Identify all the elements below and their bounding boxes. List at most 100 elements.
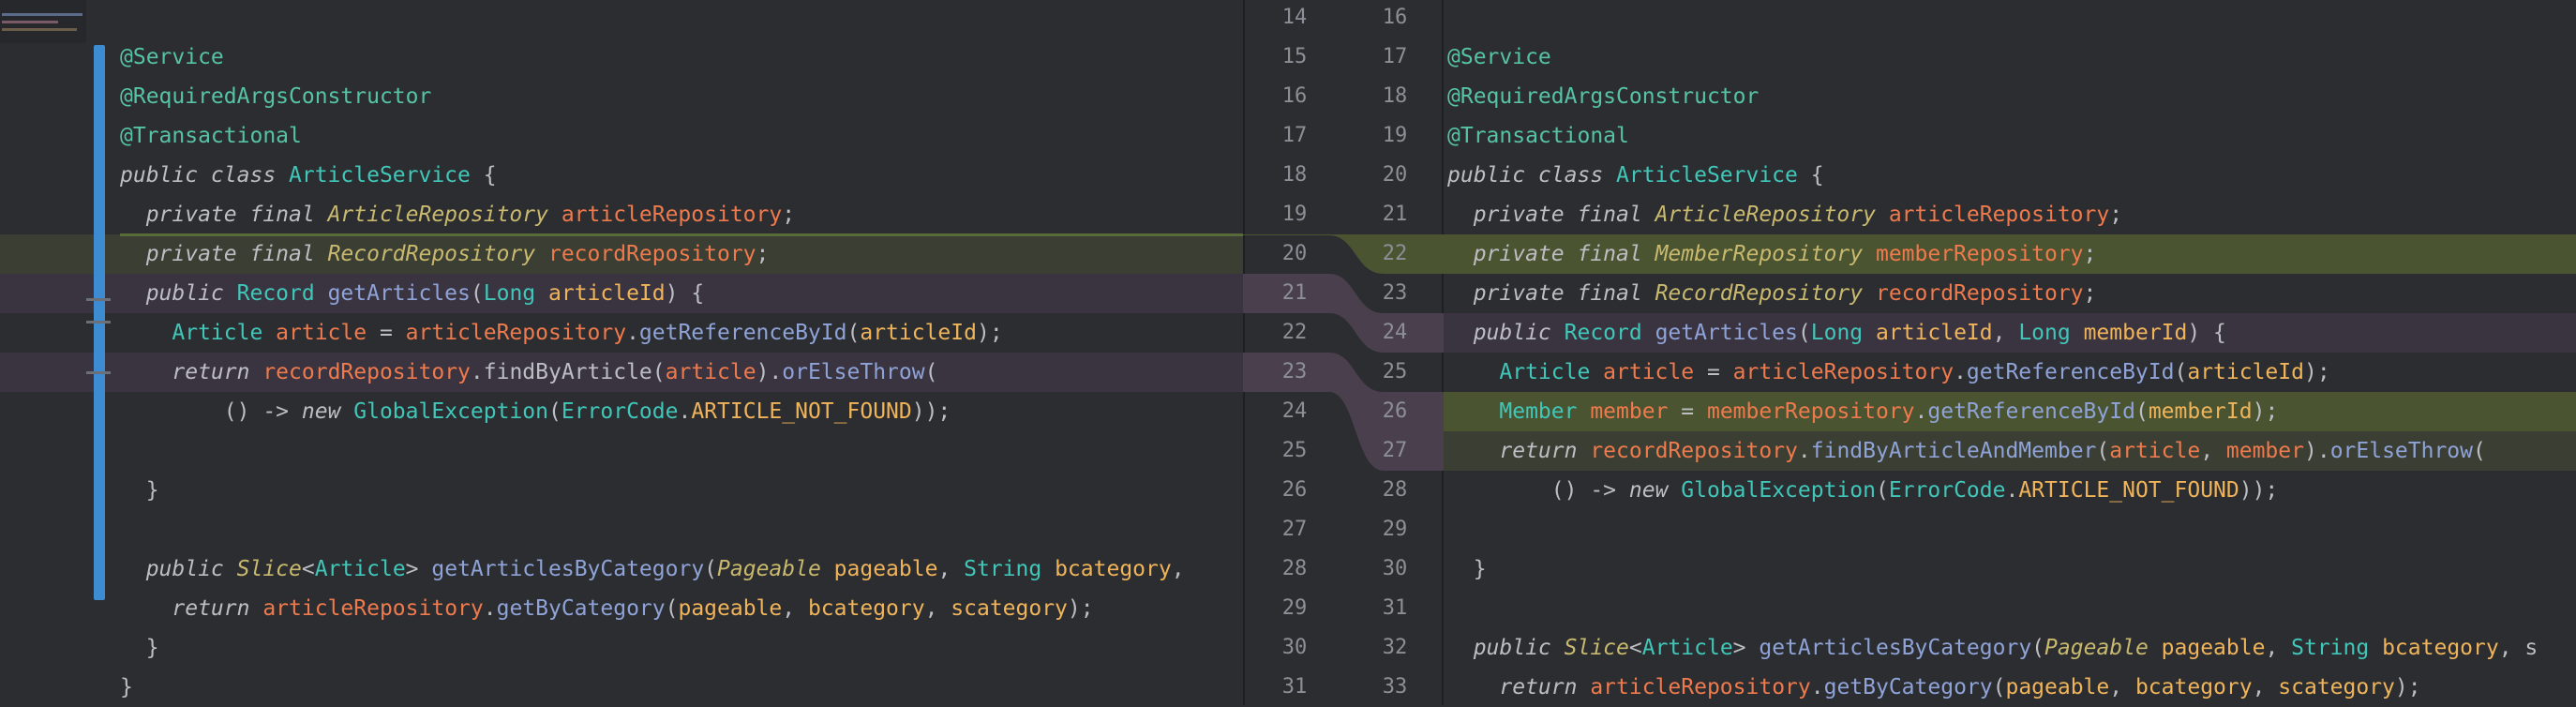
- code-line[interactable]: () -> new GlobalException(ErrorCode.ARTI…: [1444, 471, 2576, 510]
- code-line[interactable]: return recordRepository.findByArticleAnd…: [1444, 431, 2576, 471]
- code-line[interactable]: private final ArticleRepository articleR…: [1444, 195, 2576, 234]
- code-token: .: [2005, 478, 2019, 503]
- code-line[interactable]: }: [1444, 549, 2576, 589]
- line-number-left: 26: [1281, 478, 1308, 502]
- code-token: (: [2031, 636, 2045, 660]
- code-line[interactable]: Member member = memberRepository.getRefe…: [1444, 392, 2576, 431]
- code-line[interactable]: public Slice<Article> getArticlesByCateg…: [0, 549, 1243, 589]
- code-token: >: [405, 557, 432, 581]
- code-line[interactable]: [0, 510, 1243, 549]
- code-line[interactable]: @Transactional: [0, 116, 1243, 156]
- code-line[interactable]: @RequiredArgsConstructor: [1444, 77, 2576, 116]
- code-token: @RequiredArgsConstructor: [120, 84, 432, 109]
- code-token: private final: [1447, 242, 1655, 266]
- code-token: (: [470, 281, 484, 306]
- code-line[interactable]: public Slice<Article> getArticlesByCateg…: [1444, 628, 2576, 668]
- line-number-left: 22: [1281, 321, 1308, 344]
- code-line[interactable]: [1444, 589, 2576, 628]
- code-line[interactable]: public Record getArticles(Long articleId…: [1444, 313, 2576, 353]
- code-line[interactable]: private final MemberRepository memberRep…: [1444, 234, 2576, 274]
- code-token: .: [1954, 360, 1967, 384]
- code-token: articleRepository: [561, 203, 783, 227]
- code-token: ErrorCode: [561, 399, 679, 424]
- code-line[interactable]: @Transactional: [1444, 116, 2576, 156]
- line-number-right: 23: [1382, 281, 1408, 305]
- code-token: public: [120, 557, 237, 581]
- code-token: (: [924, 360, 938, 384]
- code-token: articleRepository: [1590, 675, 1811, 699]
- code-token: ARTICLE_NOT_FOUND: [691, 399, 912, 424]
- minimap[interactable]: [0, 0, 86, 43]
- code-token: ).: [2303, 439, 2330, 463]
- code-token: .: [1810, 675, 1824, 699]
- code-token: public: [1447, 321, 1565, 345]
- code-token: .: [678, 399, 692, 424]
- line-number-left: 31: [1281, 675, 1308, 699]
- code-token: public: [120, 281, 237, 306]
- code-line[interactable]: }: [0, 471, 1243, 510]
- code-line[interactable]: return articleRepository.getByCategory(p…: [1444, 668, 2576, 705]
- code-token: ,: [924, 596, 951, 621]
- code-token: (: [846, 321, 861, 345]
- line-number-right: 29: [1382, 518, 1408, 541]
- code-token: .: [1914, 399, 1928, 424]
- code-token: ;: [756, 242, 770, 266]
- code-line[interactable]: Article article = articleRepository.getR…: [0, 313, 1243, 353]
- code-token: @RequiredArgsConstructor: [1447, 84, 1760, 109]
- code-token: Article: [1499, 360, 1604, 384]
- code-token: }: [120, 478, 159, 503]
- code-token: (: [704, 557, 718, 581]
- code-token: @Service: [120, 45, 224, 69]
- code-token: ));: [2239, 478, 2279, 503]
- code-line[interactable]: [0, 431, 1243, 471]
- code-line[interactable]: [1444, 0, 2576, 38]
- code-line[interactable]: Article article = articleRepository.getR…: [1444, 353, 2576, 392]
- code-line[interactable]: () -> new GlobalException(ErrorCode.ARTI…: [0, 392, 1243, 431]
- code-token: ) {: [2187, 321, 2226, 345]
- code-token: private final: [1447, 281, 1655, 306]
- insertion-marker-line: [120, 233, 1243, 236]
- code-token: public class: [1447, 163, 1617, 188]
- code-token: findByArticleAndMember: [1810, 439, 2097, 463]
- code-token: ,: [2252, 675, 2279, 699]
- line-number-left: 23: [1281, 360, 1308, 384]
- code-token: pageable: [2005, 675, 2110, 699]
- line-number-left: 24: [1281, 399, 1308, 423]
- code-token: return: [1447, 675, 1591, 699]
- code-line[interactable]: public class ArticleService {: [0, 156, 1243, 195]
- line-number-right: 18: [1382, 84, 1408, 108]
- code-line[interactable]: }: [0, 628, 1243, 668]
- code-line[interactable]: @Service: [0, 38, 1243, 77]
- code-token: (: [2473, 439, 2486, 463]
- code-token: getByCategory: [496, 596, 666, 621]
- right-editor-pane[interactable]: @Service @RequiredArgsConstructor @Transac…: [1444, 0, 2576, 705]
- code-line[interactable]: private final RecordRepository recordRep…: [1444, 274, 2576, 313]
- code-line[interactable]: public class ArticleService {: [1444, 156, 2576, 195]
- code-line[interactable]: @RequiredArgsConstructor: [0, 77, 1243, 116]
- code-token: return: [120, 596, 263, 621]
- line-number-left: 18: [1281, 163, 1308, 187]
- code-token: }: [120, 675, 133, 699]
- code-line[interactable]: private final RecordRepository recordRep…: [0, 234, 1243, 274]
- code-token: Article: [314, 557, 406, 581]
- code-token: articleRepository: [1888, 203, 2110, 227]
- code-line[interactable]: public Record getArticles(Long articleId…: [0, 274, 1243, 313]
- code-line[interactable]: return articleRepository.getByCategory(p…: [0, 589, 1243, 628]
- code-token: String: [2291, 636, 2383, 660]
- code-line[interactable]: [1444, 510, 2576, 549]
- code-token: {: [1797, 163, 1824, 188]
- line-number-right: 24: [1382, 321, 1408, 344]
- code-line[interactable]: return recordRepository.findByArticle(ar…: [0, 353, 1243, 392]
- code-line[interactable]: private final ArticleRepository articleR…: [0, 195, 1243, 234]
- code-token: ArticleRepository: [327, 203, 562, 227]
- line-number-right: 31: [1382, 596, 1408, 620]
- line-number-right: 25: [1382, 360, 1408, 384]
- code-line[interactable]: @Service: [1444, 38, 2576, 77]
- left-editor-pane[interactable]: @Service @RequiredArgsConstructor @Transac…: [0, 0, 1243, 705]
- code-line[interactable]: }: [0, 668, 1243, 705]
- code-token: .: [626, 321, 639, 345]
- code-token: public class: [120, 163, 290, 188]
- code-token: recordRepository: [1875, 281, 2084, 306]
- code-token: ArticleService: [1616, 163, 1798, 188]
- line-number-right: 20: [1382, 163, 1408, 187]
